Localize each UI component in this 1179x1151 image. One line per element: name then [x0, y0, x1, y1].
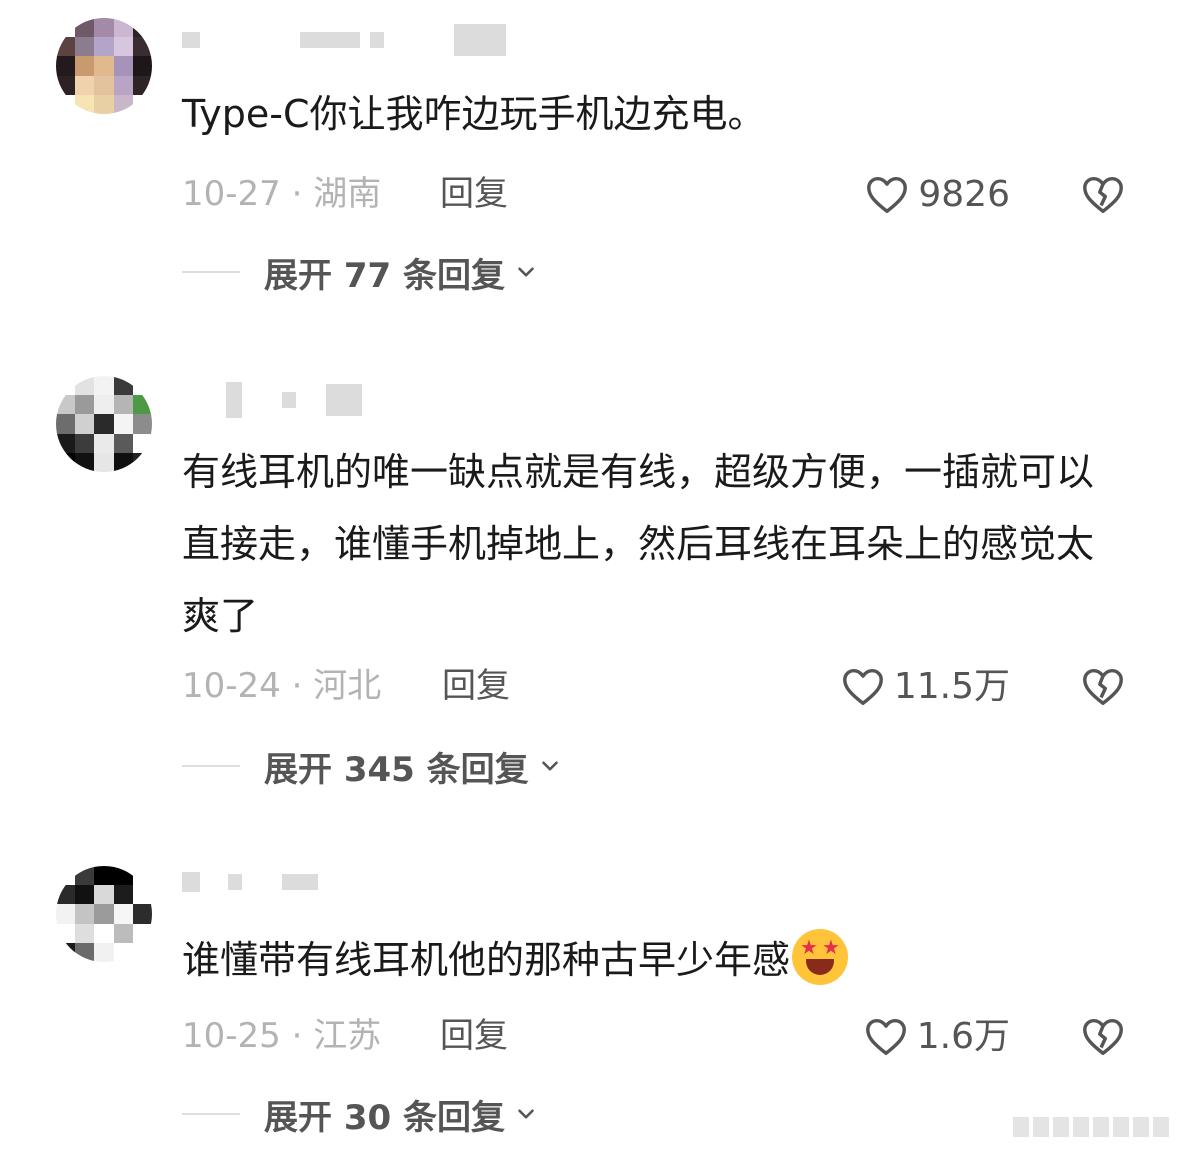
expand-replies-button[interactable]: 展开 345 条回复: [182, 744, 563, 790]
comment-meta: 10-25 · 江苏 回复 1.6万: [182, 1016, 1142, 1057]
like-button[interactable]: 9826: [864, 172, 1010, 218]
chevron-down-icon: [518, 1109, 534, 1119]
expand-replies-label: 展开 345 条回复: [264, 749, 529, 790]
expand-replies-button[interactable]: 展开 77 条回复: [182, 250, 539, 296]
expand-replies-label: 展开 77 条回复: [264, 255, 505, 296]
heart-outline-icon: [865, 1018, 906, 1056]
broken-heart-icon: [1083, 1018, 1123, 1056]
avatar[interactable]: [56, 18, 152, 114]
comment-text: 谁懂带有线耳机他的那种古早少年感 ★ ★: [182, 924, 1112, 996]
comment-date-location: 10-24 · 河北: [182, 666, 382, 706]
watermark: [1013, 1117, 1169, 1137]
divider-line: [182, 765, 240, 767]
comment-date-location: 10-25 · 江苏: [182, 1016, 382, 1056]
like-count: 9826: [918, 174, 1010, 215]
reply-button[interactable]: 回复: [440, 174, 508, 214]
dislike-button[interactable]: [1080, 172, 1126, 222]
expand-replies-button[interactable]: 展开 30 条回复: [182, 1092, 539, 1138]
expand-replies-label: 展开 30 条回复: [264, 1097, 505, 1138]
like-button[interactable]: 11.5万: [840, 664, 1010, 710]
like-button[interactable]: 1.6万: [863, 1014, 1010, 1060]
comment-date-location: 10-27 · 湖南: [182, 174, 382, 214]
avatar[interactable]: [56, 866, 152, 962]
broken-heart-icon: [1083, 668, 1123, 706]
reply-button[interactable]: 回复: [442, 666, 510, 706]
avatar[interactable]: [56, 376, 152, 472]
reply-button[interactable]: 回复: [440, 1016, 508, 1056]
broken-heart-icon: [1083, 176, 1123, 214]
heart-outline-icon: [842, 668, 883, 706]
comment-meta: 10-24 · 河北 回复 11.5万: [182, 666, 1142, 707]
star-struck-emoji-icon: ★ ★: [792, 929, 849, 985]
divider-line: [182, 271, 240, 273]
like-count: 1.6万: [916, 1016, 1010, 1057]
comment-text: 有线耳机的唯一缺点就是有线，超级方便，一插就可以直接走，谁懂手机掉地上，然后耳线…: [182, 450, 1095, 638]
username[interactable]: [182, 24, 506, 56]
dislike-button[interactable]: [1080, 664, 1126, 714]
like-count: 11.5万: [893, 666, 1010, 707]
comment-meta: 10-27 · 湖南 回复 9826: [182, 174, 1142, 215]
comment-text: Type-C你让我咋边玩手机边充电。: [182, 92, 766, 136]
username[interactable]: [182, 382, 362, 418]
dislike-button[interactable]: [1080, 1014, 1126, 1064]
username[interactable]: [182, 872, 318, 892]
comment-text-content: 谁懂带有线耳机他的那种古早少年感: [182, 938, 791, 982]
heart-outline-icon: [867, 176, 908, 214]
chevron-down-icon: [518, 267, 534, 277]
divider-line: [182, 1113, 240, 1115]
chevron-down-icon: [541, 761, 558, 771]
